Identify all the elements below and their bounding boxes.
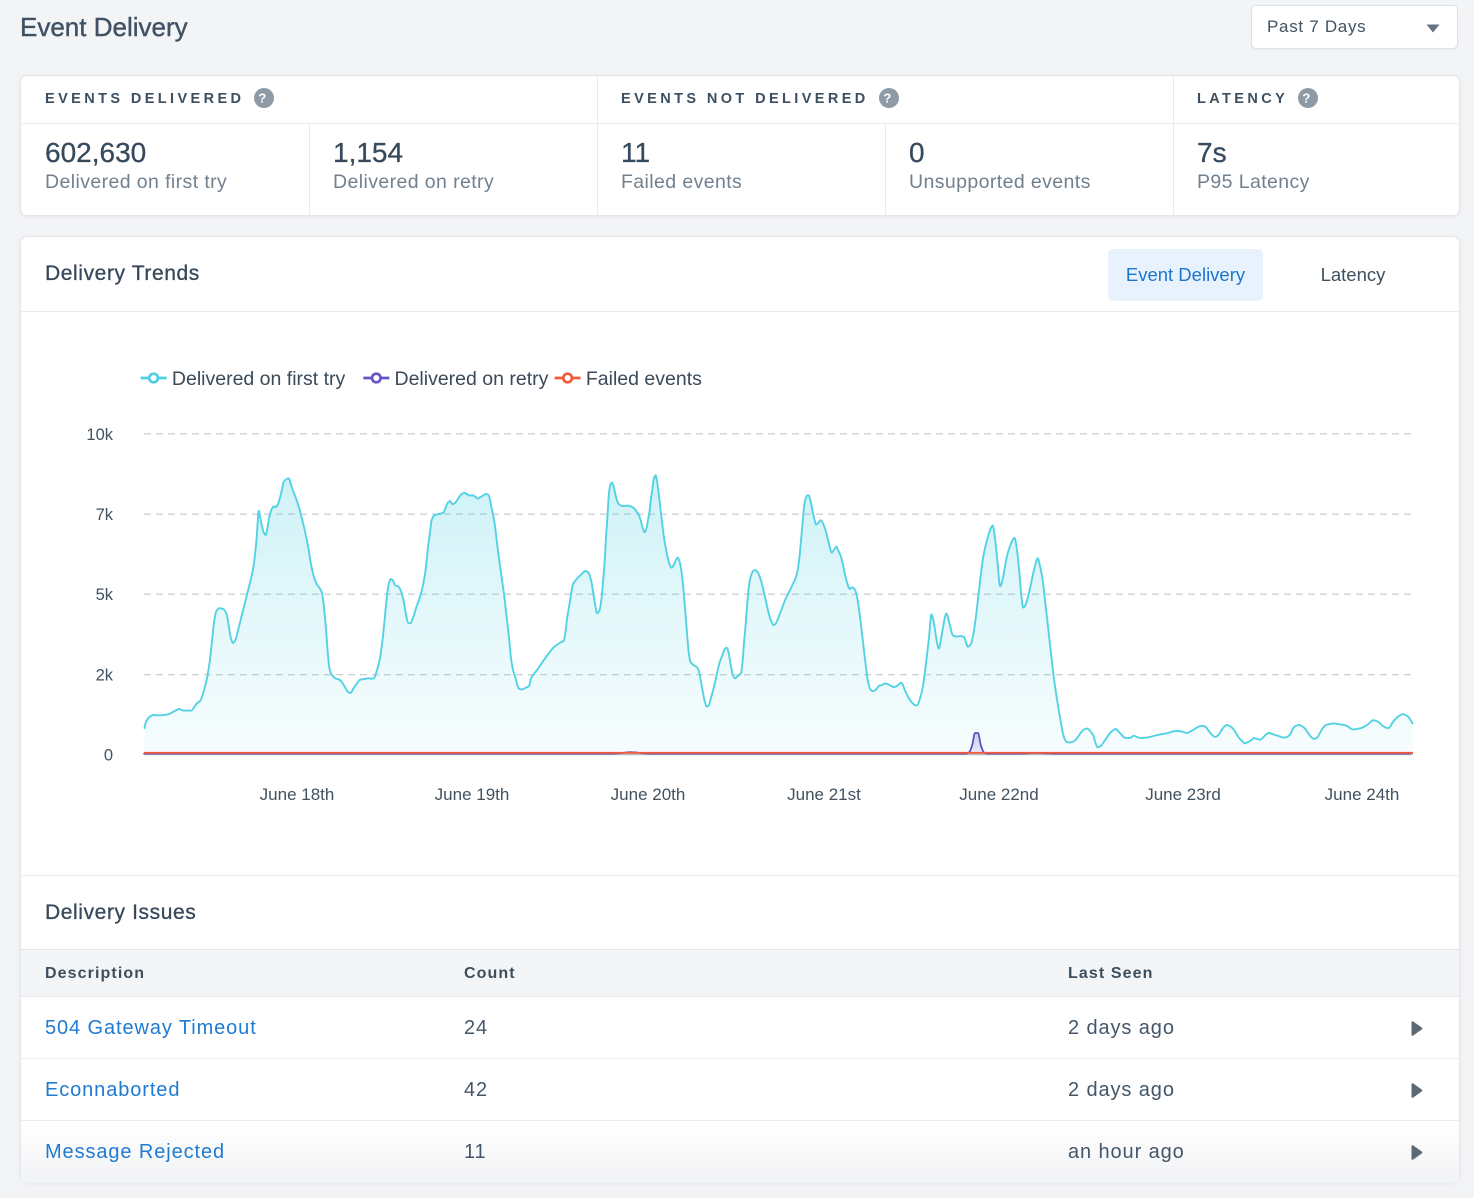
svg-text:?: ? [883, 90, 894, 105]
svg-text:June 22nd: June 22nd [959, 785, 1038, 804]
svg-text:10k: 10k [86, 426, 113, 444]
svg-text:2k: 2k [96, 667, 114, 685]
svg-text:?: ? [259, 90, 270, 105]
svg-text:0: 0 [104, 747, 113, 765]
svg-text:June 19th: June 19th [435, 785, 510, 804]
svg-text:Delivered on first try: Delivered on first try [172, 368, 346, 390]
svg-text:June 18th: June 18th [260, 785, 335, 804]
svg-text:June 24th: June 24th [1325, 785, 1400, 804]
svg-text:7k: 7k [96, 506, 114, 524]
svg-text:June 20th: June 20th [611, 785, 686, 804]
svg-text:?: ? [1303, 90, 1314, 105]
svg-text:5k: 5k [96, 586, 114, 604]
svg-text:Failed events: Failed events [586, 368, 702, 390]
svg-text:June 23rd: June 23rd [1145, 785, 1221, 804]
svg-text:June 21st: June 21st [787, 785, 861, 804]
svg-text:Delivered on retry: Delivered on retry [395, 368, 549, 390]
